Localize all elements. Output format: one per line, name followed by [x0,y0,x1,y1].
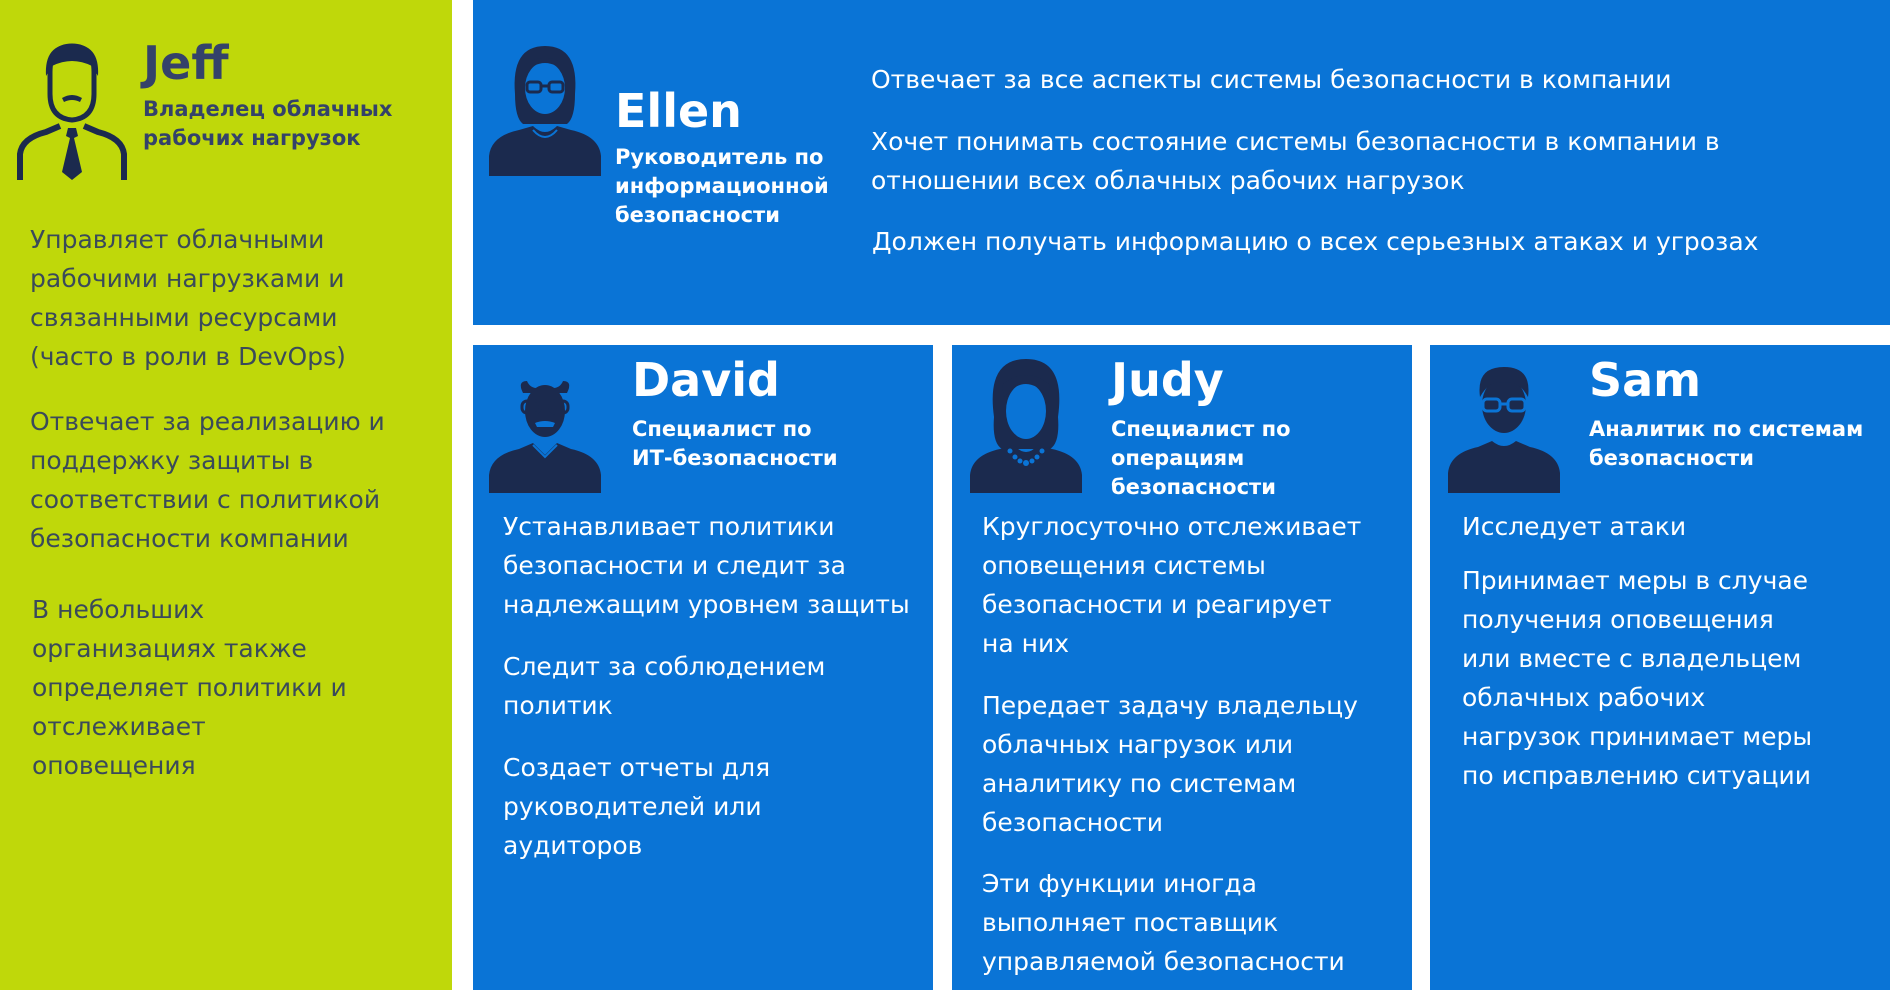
text-line: выполняет поставщик [982,908,1279,937]
role-line: ИТ-безопасности [632,446,838,470]
text-line: надлежащим уровнем защиты [503,590,910,619]
role-line: рабочих нагрузок [143,126,361,150]
text-line: аудиторов [503,831,643,860]
text-line: нагрузок принимает меры [1462,722,1813,751]
role-line: Руководитель по [615,145,824,169]
text-line: на них [982,629,1069,658]
text-line: политик [503,691,613,720]
role-line: безопасности [615,203,780,227]
person-man-glasses-icon [1448,359,1560,493]
text-line: Передает задачу владельцу [982,691,1358,720]
text-line: оповещения [32,751,196,780]
description-paragraph: Должен получать информацию о всех серьез… [872,222,1772,261]
persona-role: Владелец облачных рабочих нагрузок [143,95,443,153]
description-paragraph: Исследует атаки [1462,507,1882,546]
text-line: или вместе с владельцем [1462,644,1802,673]
text-line: Хочет понимать состояние системы безопас… [871,127,1720,156]
text-line: поддержку защиты в [30,446,314,475]
persona-card-jeff: Jeff Владелец облачных рабочих нагрузок … [0,0,452,990]
text-line: руководителей или [503,792,762,821]
text-line: управляемой безопасности [982,947,1345,976]
text-line: (часто в роли в DevOps) [30,342,346,371]
role-line: Специалист по [632,417,812,441]
text-line: Должен получать информацию о всех серьез… [872,227,1759,256]
description-paragraph: Отвечает за все аспекты системы безопасн… [871,60,1771,99]
text-line: организациях также [32,634,307,663]
persona-name: Judy [1111,353,1224,407]
text-line: по исправлению ситуации [1462,761,1811,790]
description-paragraph: В небольших организациях также определяе… [32,590,432,785]
persona-role: Аналитик по системам безопасности [1589,415,1889,473]
persona-role: Специалист по ИТ-безопасности [632,415,932,473]
role-line: Аналитик по системам [1589,417,1864,441]
persona-role: Специалист по операциям безопасности [1111,415,1411,502]
text-line: В небольших [32,595,205,624]
person-tie-icon [16,42,128,180]
description-paragraph: Создает отчеты для руководителей или ауд… [503,748,923,865]
text-line: оповещения системы [982,551,1266,580]
role-line: Владелец облачных [143,97,393,121]
text-line: соответствии с политикой [30,485,381,514]
role-line: безопасности [1589,446,1754,470]
persona-name: David [632,353,780,407]
text-line: Исследует атаки [1462,512,1687,541]
text-line: Устанавливает политики [503,512,835,541]
text-line: Отвечает за реализацию и [30,407,385,436]
text-line: Управляет облачными [30,225,325,254]
text-line: безопасности компании [30,524,349,553]
text-line: безопасности [982,808,1163,837]
description-paragraph: Передает задачу владельцу облачных нагру… [982,686,1402,842]
person-woman-glasses-icon [489,44,601,176]
text-line: рабочими нагрузками и [30,264,345,293]
text-line: Эти функции иногда [982,869,1257,898]
text-line: получения оповещения [1462,605,1774,634]
person-woman-necklace-icon [970,357,1082,493]
role-line: операциям безопасности [1111,446,1276,499]
persona-name: Ellen [615,84,742,138]
text-line: связанными ресурсами [30,303,338,332]
text-line: определяет политики и [32,673,347,702]
text-line: Создает отчеты для [503,753,771,782]
description-paragraph: Круглосуточно отслеживает оповещения сис… [982,507,1402,663]
text-line: облачных нагрузок или [982,730,1294,759]
description-paragraph: Отвечает за реализацию и поддержку защит… [30,402,430,558]
persona-card-judy: Judy Специалист по операциям безопасност… [952,345,1412,990]
description-paragraph: Эти функции иногда выполняет поставщик у… [982,864,1402,981]
text-line: Отвечает за все аспекты системы безопасн… [871,65,1672,94]
persona-name: Jeff [143,36,229,90]
persona-name: Sam [1589,353,1702,407]
persona-card-sam: Sam Аналитик по системам безопасности Ис… [1430,345,1890,990]
role-line: Специалист по [1111,417,1291,441]
text-line: безопасности и реагирует [982,590,1332,619]
description-paragraph: Принимает меры в случае получения оповещ… [1462,561,1882,795]
text-line: отношении всех облачных рабочих нагрузок [871,166,1465,195]
text-line: безопасности и следит за [503,551,846,580]
text-line: аналитику по системам [982,769,1297,798]
persona-role: Руководитель по информационной безопасно… [615,143,845,230]
person-man-glasses-icon [489,371,601,493]
persona-card-david: David Специалист по ИТ-безопасности Уста… [473,345,933,990]
description-paragraph: Хочет понимать состояние системы безопас… [871,122,1771,200]
persona-card-ellen: Ellen Руководитель по информационной без… [473,0,1890,325]
text-line: Принимает меры в случае [1462,566,1809,595]
text-line: Следит за соблюдением [503,652,826,681]
role-line: информационной [615,174,829,198]
description-paragraph: Следит за соблюдением политик [503,647,923,725]
text-line: Круглосуточно отслеживает [982,512,1362,541]
description-paragraph: Управляет облачными рабочими нагрузками … [30,220,430,376]
text-line: облачных рабочих [1462,683,1706,712]
description-paragraph: Устанавливает политики безопасности и сл… [503,507,923,624]
text-line: отслеживает [32,712,206,741]
